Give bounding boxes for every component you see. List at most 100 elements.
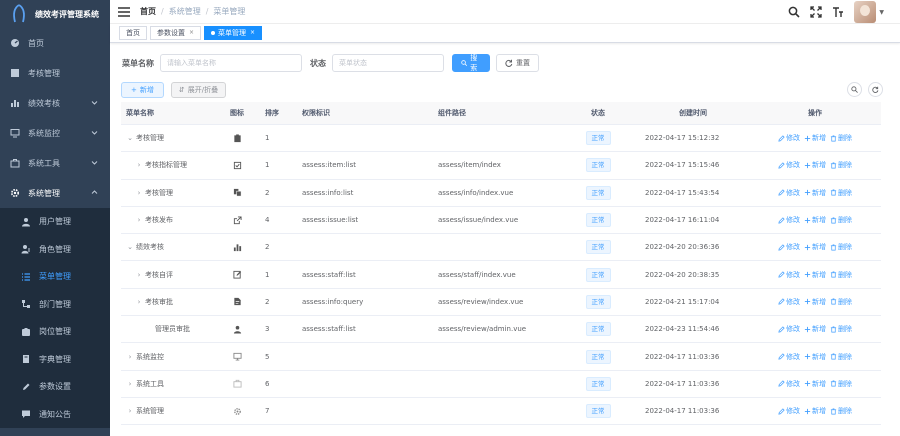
chevron-right-icon[interactable]: ›: [126, 380, 134, 388]
tag-home[interactable]: 首页: [119, 26, 147, 40]
delete-button[interactable]: 删除: [830, 324, 852, 334]
table-row[interactable]: › 考核自评 1 assess:staff:list assess/staff/…: [121, 261, 881, 289]
edit-button[interactable]: 修改: [778, 379, 800, 389]
chevron-right-icon[interactable]: ›: [135, 189, 143, 197]
chevron-right-icon[interactable]: ›: [126, 353, 134, 361]
delete-button[interactable]: 删除: [830, 242, 852, 252]
sidebar-item-assess-mgmt[interactable]: 考核管理: [0, 58, 110, 88]
expand-collapse-button[interactable]: ⇵ 展开/折叠: [170, 82, 227, 98]
add-child-button[interactable]: 新增: [804, 188, 826, 198]
sidebar-item-performance[interactable]: 绩效考核: [0, 88, 110, 118]
chevron-right-icon[interactable]: ›: [135, 271, 143, 279]
add-child-button[interactable]: 新增: [804, 133, 826, 143]
search-button[interactable]: 搜索: [452, 54, 490, 72]
edit-button[interactable]: 修改: [778, 352, 800, 362]
chevron-right-icon[interactable]: ›: [135, 161, 143, 169]
add-child-button[interactable]: 新增: [804, 352, 826, 362]
delete-label: 删除: [838, 270, 852, 279]
table-row[interactable]: › 考核审批 2 assess:info:query assess/review…: [121, 289, 881, 317]
refresh-button[interactable]: [868, 82, 883, 97]
chevron-right-icon[interactable]: ›: [135, 216, 143, 224]
add-child-button[interactable]: 新增: [804, 270, 826, 280]
add-child-button[interactable]: 新增: [804, 406, 826, 416]
chevron-down-icon[interactable]: ⌄: [126, 134, 134, 142]
edit-icon: [778, 298, 785, 306]
table-row[interactable]: ⌄ 考核管理 1 正常 2022-04-17 15:12:32 修改 新增 删除: [121, 125, 881, 153]
delete-button[interactable]: 删除: [830, 406, 852, 416]
edit-button[interactable]: 修改: [778, 406, 800, 416]
chevron-right-icon[interactable]: ›: [135, 298, 143, 306]
table-row[interactable]: › 系统工具 6 正常 2022-04-17 11:03:36 修改 新增 删除: [121, 371, 881, 398]
delete-button[interactable]: 删除: [830, 270, 852, 280]
delete-button[interactable]: 删除: [830, 188, 852, 198]
delete-button[interactable]: 删除: [830, 160, 852, 170]
table-row[interactable]: 管理员审批 3 assess:staff:list assess/review/…: [121, 316, 881, 344]
order-cell: 2: [265, 243, 270, 252]
delete-button[interactable]: 删除: [830, 133, 852, 143]
menu-name-input[interactable]: 请输入菜单名称: [160, 54, 302, 72]
sidebar-item-tools[interactable]: 系统工具: [0, 148, 110, 178]
sidebar-item-user[interactable]: 用户管理: [0, 208, 110, 236]
ops-cell: 修改 新增 删除: [749, 297, 881, 307]
caret-down-icon[interactable]: ▼: [879, 9, 884, 16]
sidebar-item-post[interactable]: 岗位管理: [0, 318, 110, 346]
sidebar-item-home[interactable]: 首页: [0, 28, 110, 58]
table-row[interactable]: ⌄ 绩效考核 2 正常 2022-04-20 20:36:36 修改 新增 删除: [121, 234, 881, 262]
edit-button[interactable]: 修改: [778, 297, 800, 307]
sidebar-item-system[interactable]: 系统管理: [0, 178, 110, 208]
table-row[interactable]: › 系统监控 5 正常 2022-04-17 11:03:36 修改 新增 删除: [121, 343, 881, 371]
table-row[interactable]: › 系统管理 7 正常 2022-04-17 11:03:36 修改 新增 删除: [121, 398, 881, 426]
delete-icon: [830, 298, 837, 305]
add-child-button[interactable]: 新增: [804, 242, 826, 252]
toggle-search-button[interactable]: [847, 82, 862, 97]
delete-button[interactable]: 删除: [830, 297, 852, 307]
edit-button[interactable]: 修改: [778, 270, 800, 280]
delete-button[interactable]: 删除: [830, 215, 852, 225]
table-row[interactable]: › 考核管理 2 assess:info:list assess/info/in…: [121, 180, 881, 207]
edit-button[interactable]: 修改: [778, 160, 800, 170]
add-child-button[interactable]: 新增: [804, 297, 826, 307]
chevron-right-icon[interactable]: ›: [126, 407, 134, 415]
sidebar-item-monitor[interactable]: 系统监控: [0, 118, 110, 148]
edit-button[interactable]: 修改: [778, 242, 800, 252]
sidebar-item-config[interactable]: 参数设置: [0, 373, 110, 401]
edit-icon: [778, 244, 785, 251]
tag-menu[interactable]: 菜单管理 ×: [204, 26, 263, 40]
add-child-button[interactable]: 新增: [804, 379, 826, 389]
create-time-cell: 2022-04-23 11:54:46: [645, 325, 720, 334]
table-row[interactable]: › 考核指标管理 1 assess:item:list assess/item/…: [121, 152, 881, 180]
add-child-button[interactable]: 新增: [804, 215, 826, 225]
delete-button[interactable]: 删除: [830, 352, 852, 362]
add-child-button[interactable]: 新增: [804, 160, 826, 170]
sidebar-item-dept[interactable]: 部门管理: [0, 291, 110, 319]
breadcrumb-item-home[interactable]: 首页: [140, 6, 156, 17]
expand-button-label: 展开/折叠: [187, 86, 219, 94]
tag-config[interactable]: 参数设置 ×: [150, 26, 202, 40]
add-child-button[interactable]: 新增: [804, 324, 826, 334]
status-select[interactable]: 菜单状态: [332, 54, 444, 72]
font-size-icon[interactable]: [832, 6, 844, 18]
sidebar-item-dict[interactable]: 字典管理: [0, 346, 110, 374]
icon-cell: [217, 243, 257, 252]
table-row[interactable]: › 考核发布 4 assess:issue:list assess/issue/…: [121, 207, 881, 235]
edit-button[interactable]: 修改: [778, 133, 800, 143]
reset-button[interactable]: 重置: [496, 54, 539, 72]
avatar[interactable]: [854, 1, 877, 23]
edit-button[interactable]: 修改: [778, 215, 800, 225]
chevron-down-icon[interactable]: ⌄: [126, 243, 134, 251]
close-icon[interactable]: ×: [250, 27, 255, 39]
sidebar-item-menu[interactable]: 菜单管理: [0, 263, 110, 291]
close-icon[interactable]: ×: [189, 27, 194, 39]
edit-button[interactable]: 修改: [778, 188, 800, 198]
sidebar-item-notice[interactable]: 通知公告: [0, 401, 110, 429]
sidebar-item-role[interactable]: 角色管理: [0, 236, 110, 264]
hamburger-icon[interactable]: [118, 6, 130, 17]
menu-name: 考核发布: [145, 216, 173, 225]
status-badge: 正常: [585, 322, 611, 337]
delete-button[interactable]: 删除: [830, 379, 852, 389]
add-button[interactable]: + 新增: [121, 82, 164, 98]
edit-button[interactable]: 修改: [778, 324, 800, 334]
search-icon[interactable]: [788, 6, 800, 18]
fullscreen-icon[interactable]: [810, 6, 823, 18]
sidebar-item-label: 系统监控: [28, 128, 60, 138]
